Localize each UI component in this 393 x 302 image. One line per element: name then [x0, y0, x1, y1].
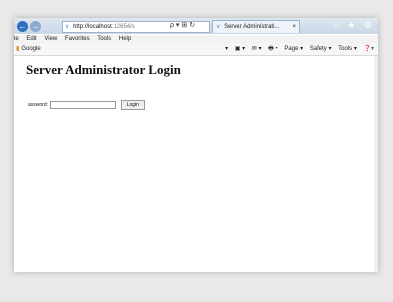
- cmd-home[interactable]: ▾: [225, 46, 228, 52]
- address-tools[interactable]: ρ ▾ ⊞ ↻: [170, 21, 195, 29]
- page-title: Server Administrator Login: [26, 62, 181, 77]
- command-bar: ▾ ▣ ▾ ✉ ▾ 🖶 ▾ Page ▾ Safety ▾ Tools ▾ ❓▾: [220, 44, 374, 55]
- google-favicon-icon: ▮: [16, 46, 20, 52]
- cmd-tools[interactable]: Tools ▾: [338, 46, 357, 52]
- password-input[interactable]: [50, 101, 117, 109]
- page-favicon-icon: ∨: [65, 24, 70, 30]
- home-icon[interactable]: ⌂: [333, 20, 338, 30]
- cmd-page[interactable]: Page ▾: [284, 46, 303, 52]
- menu-help[interactable]: Help: [119, 36, 131, 42]
- help-icon[interactable]: ❓▾: [364, 46, 374, 52]
- favorite-google-label: Google: [21, 46, 41, 52]
- page-content: Server Administrator Login assword: Logi…: [14, 56, 378, 272]
- vertical-scrollbar[interactable]: [374, 56, 378, 272]
- tab-favicon-icon: ∨: [216, 24, 221, 30]
- settings-gear-icon[interactable]: ⚙: [364, 20, 372, 30]
- browser-toolbar: ← → ∨ http://localhost:12654/s ρ ▾ ⊞ ↻ ∨…: [14, 18, 378, 34]
- tab-server-admin[interactable]: ∨ Server Administrati... ×: [212, 20, 300, 33]
- cmd-feeds[interactable]: ▣ ▾: [235, 46, 245, 52]
- back-arrow-icon: ←: [18, 22, 27, 31]
- close-tab-icon[interactable]: ×: [292, 21, 296, 33]
- menu-favorites[interactable]: Favorites: [65, 36, 90, 42]
- address-host: http://localhost: [73, 24, 112, 30]
- forward-button[interactable]: →: [30, 21, 41, 32]
- favorite-google[interactable]: ▮ Google: [16, 46, 41, 52]
- menu-file[interactable]: le: [14, 36, 19, 42]
- menu-bar: le Edit View Favorites Tools Help: [14, 35, 378, 44]
- menu-view[interactable]: View: [44, 36, 57, 42]
- password-label: assword:: [28, 102, 49, 108]
- cmd-safety[interactable]: Safety ▾: [310, 46, 332, 52]
- favorites-bar: ▮ Google ▾ ▣ ▾ ✉ ▾ 🖶 ▾ Page ▾ Safety ▾ To…: [14, 44, 378, 56]
- menu-tools[interactable]: Tools: [97, 36, 111, 42]
- back-button[interactable]: ←: [17, 21, 28, 32]
- login-form: assword: Login: [28, 100, 145, 110]
- tab-title: Server Administrati...: [224, 24, 280, 30]
- favorites-star-icon[interactable]: ★: [347, 20, 355, 30]
- menu-edit[interactable]: Edit: [26, 36, 36, 42]
- cmd-mail[interactable]: ✉ ▾: [252, 46, 262, 52]
- browser-window: ← → ∨ http://localhost:12654/s ρ ▾ ⊞ ↻ ∨…: [14, 18, 378, 272]
- forward-arrow-icon: →: [31, 22, 40, 31]
- login-button[interactable]: Login: [120, 100, 145, 110]
- cmd-print[interactable]: 🖶 ▾: [268, 46, 278, 52]
- window-icons: ⌂ ★ ⚙: [327, 20, 372, 31]
- address-path: :12654/s: [111, 24, 135, 30]
